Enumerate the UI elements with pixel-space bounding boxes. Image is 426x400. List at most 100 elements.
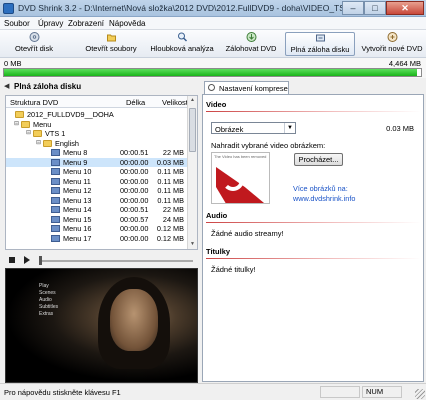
subtitles-empty-text: Žádné titulky! xyxy=(211,265,256,274)
seek-track[interactable] xyxy=(39,260,193,262)
expand-toggle-icon[interactable]: ⊟ xyxy=(26,129,31,138)
toolbar: Otevřít disk Otevřít soubory Hloubková a… xyxy=(0,30,426,58)
new-dvd-button[interactable]: Vytvořit nové DVD xyxy=(359,32,425,56)
preview-menu-text: Play Scenes Audio Subtitles Extras xyxy=(39,283,58,318)
tree-row-size: 0.11 MB xyxy=(157,195,184,205)
tree-row-name: Menu 16 xyxy=(63,224,92,233)
tab-compression-settings[interactable]: Nastavení komprese xyxy=(204,81,289,94)
dvd-structure-tree[interactable]: Struktura DVD Délka Velikost 2012_FULLDV… xyxy=(5,95,198,250)
tree-row-length: 00:00.00 xyxy=(120,186,149,195)
collapse-arrow-icon[interactable]: ◀ xyxy=(4,82,9,90)
tree-row-name: Menu 8 xyxy=(63,148,88,157)
video-preview: Play Scenes Audio Subtitles Extras xyxy=(5,268,198,383)
tree-row-name: Menu 12 xyxy=(63,186,92,195)
more-images-link[interactable]: www.dvdshrink.info xyxy=(293,194,355,203)
compression-settings-panel: Video Obrázek ▼ 0.03 MB Nahradit vybrané… xyxy=(202,94,424,382)
scroll-thumb[interactable] xyxy=(189,108,196,152)
expand-toggle-icon[interactable]: ⊟ xyxy=(14,120,19,129)
preview-menu-line: Play xyxy=(39,283,49,289)
minimize-button[interactable]: – xyxy=(342,1,364,15)
tree-row[interactable]: ⊟ English xyxy=(6,139,188,148)
tree-row-size: 0.03 MB xyxy=(156,157,184,167)
disc-usage-area: 0 MB 4,464 MB xyxy=(0,58,426,78)
menu-item-icon xyxy=(51,234,60,242)
open-disc-button[interactable]: Otevřít disk xyxy=(4,32,64,56)
tree-row[interactable]: ⊟ VTS 1 xyxy=(6,129,188,138)
close-button[interactable]: ✕ xyxy=(386,1,424,15)
app-icon xyxy=(3,3,14,14)
stop-icon[interactable] xyxy=(9,257,15,263)
subtitles-divider xyxy=(206,258,421,259)
tree-row[interactable]: Menu 10 00:00.00 0.11 MB xyxy=(6,167,188,176)
play-icon[interactable] xyxy=(24,256,30,264)
tree-row-length: 00:00.00 xyxy=(120,233,149,243)
tree-row[interactable]: Menu 16 00:00.00 0.12 MB xyxy=(6,224,188,233)
tree-row-length: 00:00.00 xyxy=(120,176,149,186)
menu-zobrazeni[interactable]: Zobrazení xyxy=(68,19,104,28)
resize-grip[interactable] xyxy=(415,389,425,399)
replace-video-label: Nahradit vybrané video obrázkem: xyxy=(211,141,326,150)
preview-menu-line: Extras xyxy=(39,311,54,317)
menu-item-icon xyxy=(51,215,60,223)
scroll-up-icon[interactable]: ▲ xyxy=(188,96,197,105)
deep-analysis-icon xyxy=(177,32,187,42)
tree-scrollbar[interactable]: ▲ ▼ xyxy=(187,96,197,249)
column-size[interactable]: Velikost xyxy=(162,98,188,107)
new-dvd-icon xyxy=(387,32,397,42)
open-files-button[interactable]: Otevřít soubory xyxy=(78,32,144,56)
seek-handle[interactable] xyxy=(39,256,42,265)
title-bar: DVD Shrink 3.2 - D:\Internet\Nová složka… xyxy=(0,0,426,17)
tree-row-size: 22 MB xyxy=(162,205,184,214)
preview-figure-face xyxy=(110,289,158,351)
tree-row[interactable]: 2012_FULLDVD9__DOHA xyxy=(6,110,188,119)
deep-analysis-button[interactable]: Hloubková analýza xyxy=(148,32,216,56)
browse-button[interactable]: Procházet... xyxy=(294,153,343,166)
status-bar: Pro nápovědu stiskněte klávesu F1 NUM xyxy=(0,383,426,400)
open-disc-icon xyxy=(29,32,39,42)
maximize-button[interactable]: □ xyxy=(364,1,386,15)
menu-upravy[interactable]: Úpravy xyxy=(38,19,63,28)
audio-empty-text: Žádné audio streamy! xyxy=(211,229,284,238)
video-divider xyxy=(206,111,421,112)
menu-soubor[interactable]: Soubor xyxy=(4,19,30,28)
full-backup-label: Plná záloha disku xyxy=(290,45,350,54)
full-backup-icon xyxy=(315,34,325,42)
preview-menu-line: Subtitles xyxy=(39,304,59,310)
tree-row[interactable]: Menu 17 00:00.00 0.12 MB xyxy=(6,234,188,243)
video-size: 0.03 MB xyxy=(386,124,414,133)
backup-dvd-button[interactable]: Zálohovat DVD xyxy=(222,32,280,56)
menu-item-icon xyxy=(51,149,60,156)
expand-toggle-icon[interactable]: ⊟ xyxy=(36,139,41,148)
scroll-down-icon[interactable]: ▼ xyxy=(188,240,197,249)
tab-compression-label: Nastavení komprese xyxy=(219,84,288,93)
audio-divider xyxy=(206,222,421,223)
new-dvd-label: Vytvořit nové DVD xyxy=(361,44,423,53)
tree-row[interactable]: Menu 12 00:00.00 0.11 MB xyxy=(6,186,188,195)
video-mode-select[interactable]: Obrázek ▼ xyxy=(211,122,296,134)
compression-icon xyxy=(208,84,215,91)
full-backup-button[interactable]: Plná záloha disku xyxy=(285,32,355,56)
tree-row[interactable]: ⊟ Menu xyxy=(6,120,188,129)
tree-row[interactable]: Menu 11 00:00.00 0.11 MB xyxy=(6,177,188,186)
tree-row-name: Menu 13 xyxy=(63,195,92,205)
tree-row[interactable]: Menu 9 00:00.00 0.03 MB xyxy=(6,157,188,167)
tree-row-name: Menu 11 xyxy=(63,176,91,186)
menu-item-icon xyxy=(51,196,60,204)
tree-row[interactable]: Menu 13 00:00.00 0.11 MB xyxy=(6,196,188,205)
disc-usage-max: 4,464 MB xyxy=(388,59,421,68)
folder-icon xyxy=(21,120,30,128)
tree-row[interactable]: Menu 8 00:00.51 22 MB xyxy=(6,148,188,157)
tree-row[interactable]: Menu 14 00:00.51 22 MB xyxy=(6,205,188,214)
column-structure[interactable]: Struktura DVD xyxy=(10,98,58,107)
chevron-down-icon[interactable]: ▼ xyxy=(284,123,295,133)
menu-item-icon xyxy=(51,206,60,213)
replacement-image-thumbnail: The Video has been removed xyxy=(211,152,270,204)
tree-row[interactable]: Menu 15 00:00.57 24 MB xyxy=(6,215,188,224)
menu-napoveda[interactable]: Nápověda xyxy=(109,19,145,28)
column-length[interactable]: Délka xyxy=(126,98,145,107)
tree-row-length: 00:00.00 xyxy=(120,224,149,233)
subtitles-heading: Titulky xyxy=(206,247,231,256)
status-cell-empty-1 xyxy=(320,386,360,398)
more-images-label: Více obrázků na: xyxy=(293,184,348,193)
deep-analysis-label: Hloubková analýza xyxy=(150,44,214,53)
